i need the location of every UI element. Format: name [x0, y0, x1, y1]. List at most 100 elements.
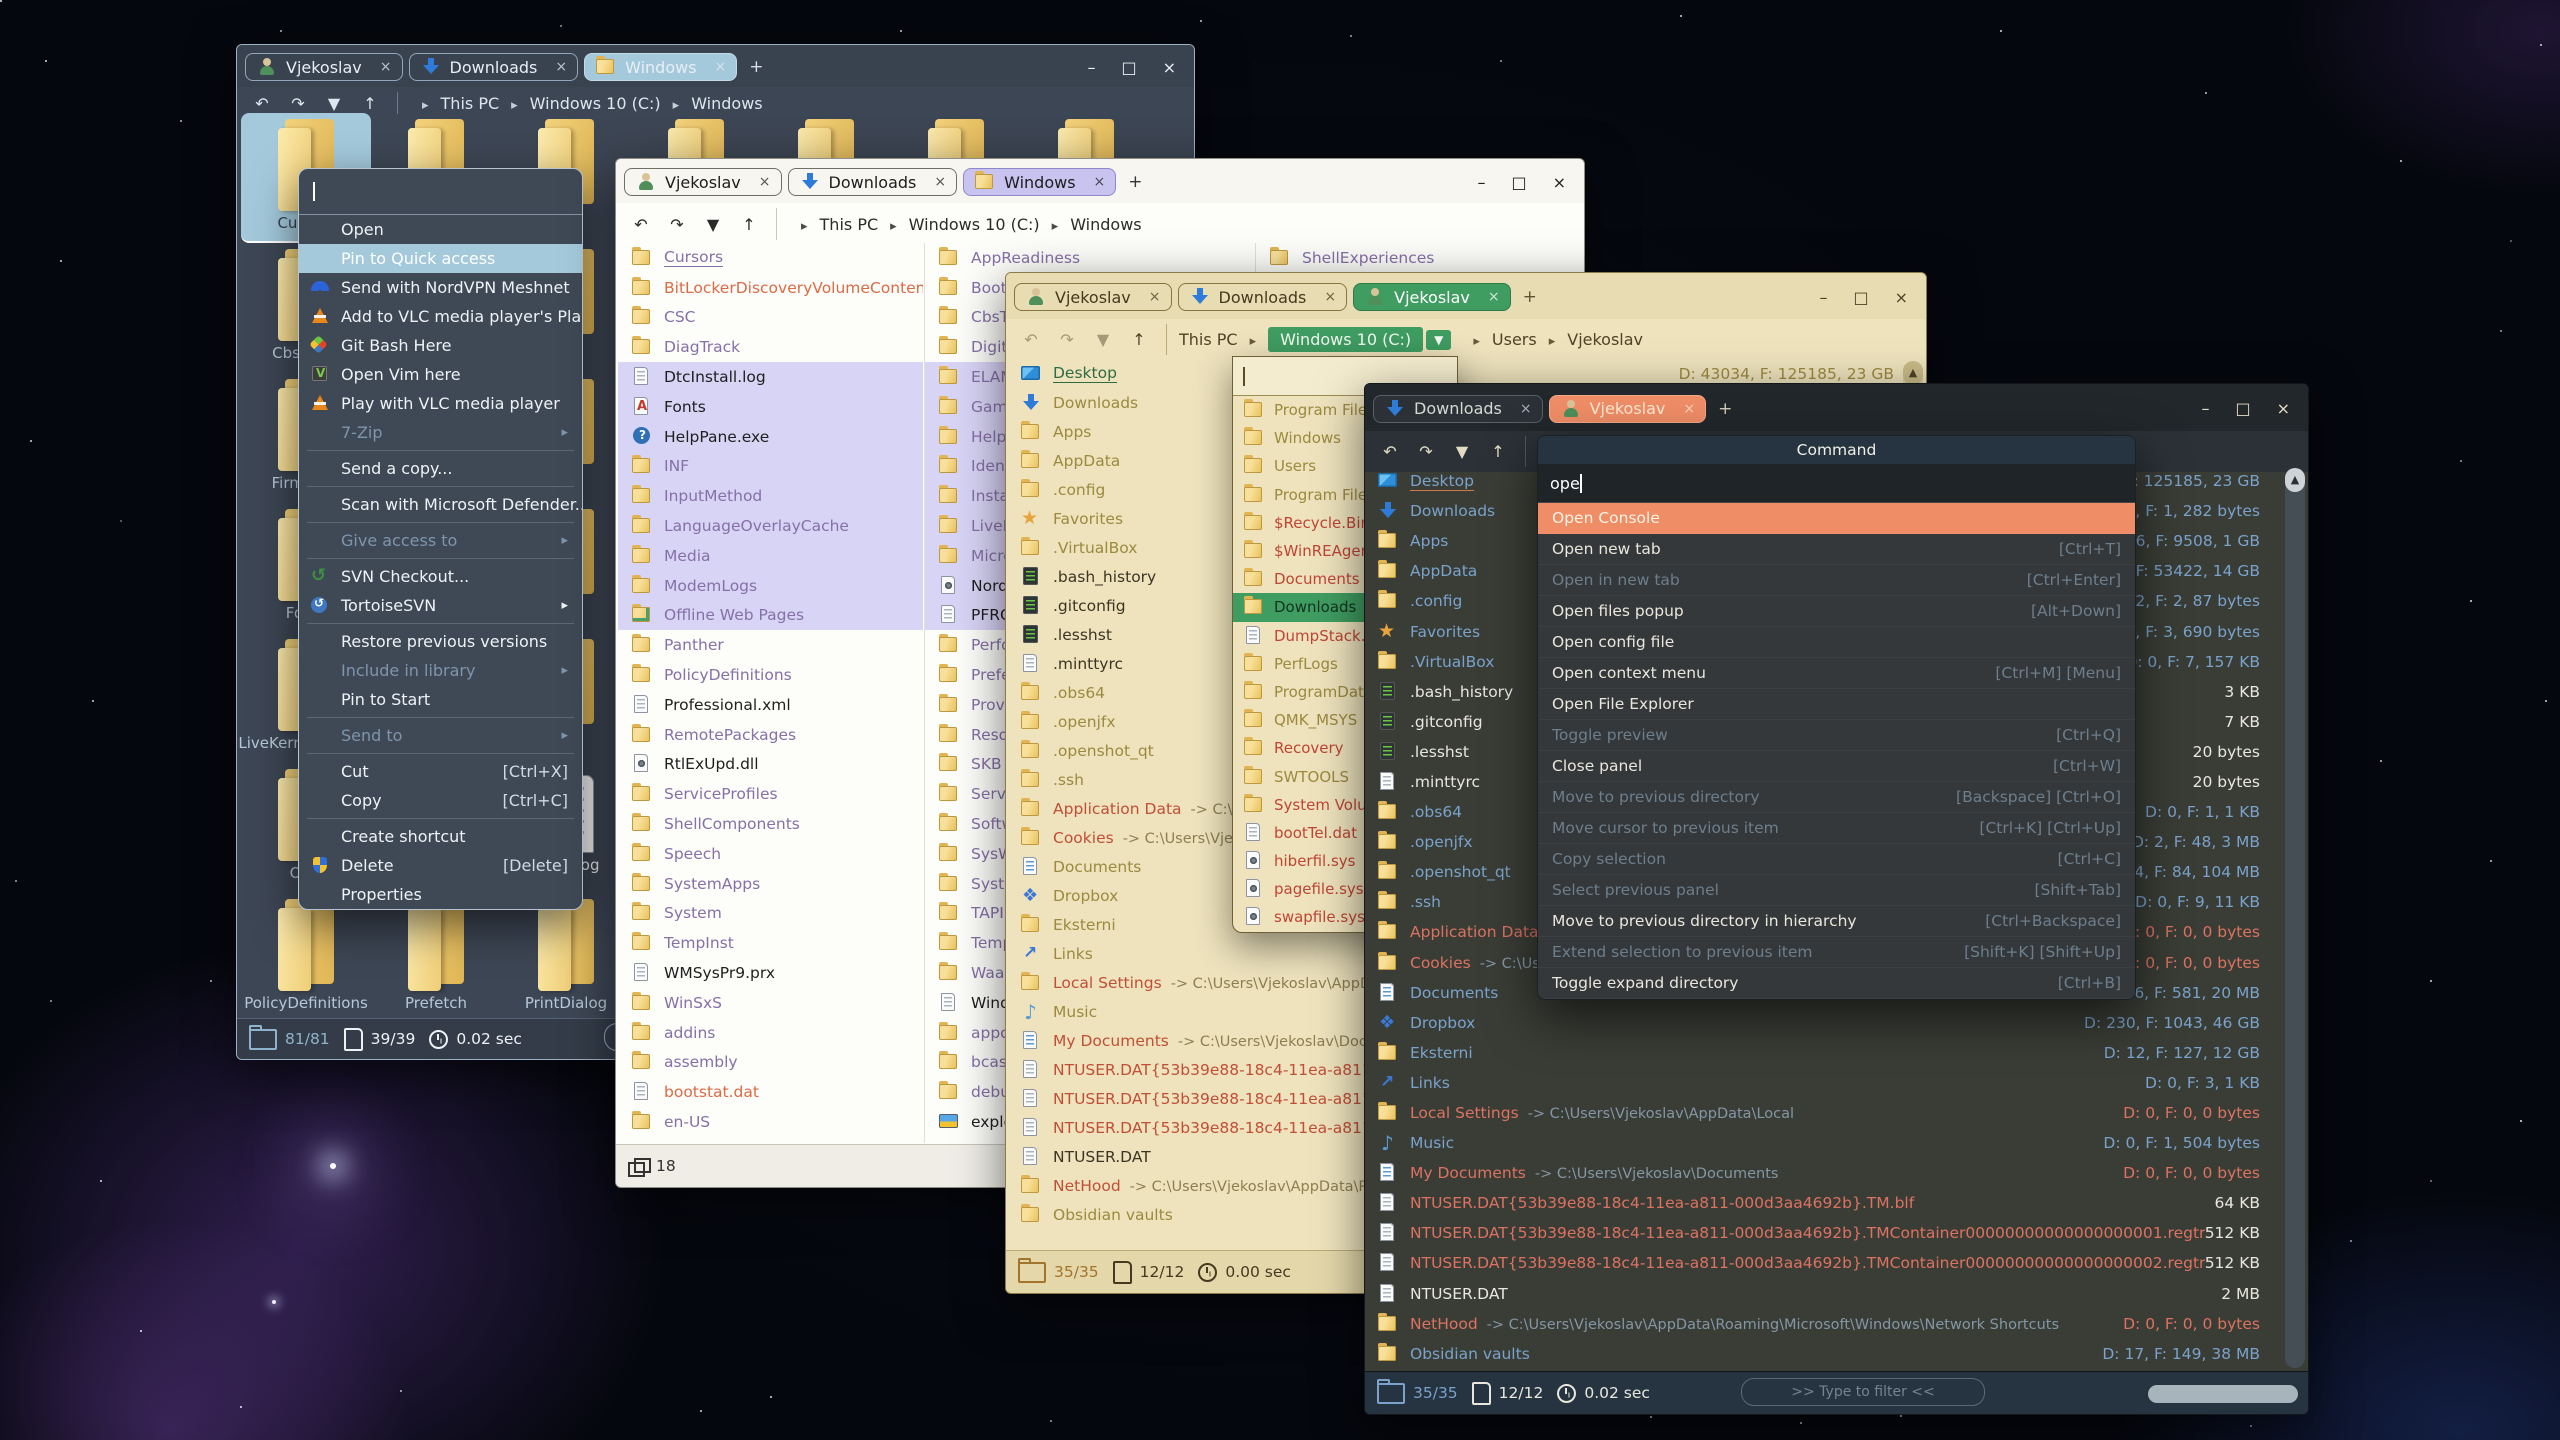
breadcrumb-item[interactable]: ▸Vjekoslav [1537, 330, 1643, 349]
command-item[interactable]: Open in new tab [Ctrl+Enter] [1538, 565, 2135, 596]
history-dropdown-button[interactable]: ▼ [1447, 442, 1477, 461]
command-item[interactable]: Toggle expand directory [Ctrl+B] [1538, 968, 2135, 999]
file-row[interactable]: Professional.xml [618, 690, 923, 720]
breadcrumb-item[interactable]: ▸Windows [661, 94, 763, 113]
context-menu-item[interactable]: Play with VLC media player [299, 389, 582, 418]
context-menu-item[interactable]: Delete [Delete] [299, 851, 582, 880]
breadcrumb-dropdown-button[interactable]: ▼ [1426, 330, 1451, 350]
file-row[interactable]: LanguageOverlayCache [618, 511, 923, 541]
breadcrumb-item[interactable]: ▸Windows [1040, 215, 1142, 234]
history-dropdown-button[interactable]: ▼ [698, 215, 728, 234]
context-menu-item[interactable]: Give access to ▸ [299, 526, 582, 555]
new-tab-button[interactable]: + [1128, 172, 1142, 192]
tab-close-icon[interactable]: × [1488, 289, 1500, 305]
file-row[interactable]: InputMethod [618, 481, 923, 511]
file-row[interactable]: bootstat.dat [618, 1077, 923, 1107]
command-item[interactable]: Open new tab [Ctrl+T] [1538, 534, 2135, 565]
file-row[interactable]: Dropbox D: 230, F: 1043, 46 GB [1367, 1008, 2306, 1038]
command-item[interactable]: Move to previous directory [Backspace] [… [1538, 782, 2135, 813]
tab[interactable]: Downloads × [788, 168, 958, 196]
scroll-up-button[interactable]: ▲ [1903, 361, 1923, 385]
tab-close-icon[interactable]: × [759, 174, 771, 190]
context-menu-item[interactable] [299, 555, 582, 562]
back-button[interactable]: ↶ [626, 215, 656, 234]
file-row[interactable]: Cursors [618, 243, 923, 273]
file-row[interactable]: WinSxS [618, 988, 923, 1018]
file-row[interactable]: Links D: 0, F: 3, 1 KB [1367, 1068, 2306, 1098]
context-menu-item[interactable]: Open Vim here [299, 360, 582, 389]
close-button[interactable]: × [1553, 173, 1566, 192]
file-row[interactable]: ModemLogs [618, 571, 923, 601]
context-menu-item[interactable]: SVN Checkout... [299, 562, 582, 591]
command-item[interactable]: Open context menu [Ctrl+M] [Menu] [1538, 658, 2135, 689]
forward-button[interactable]: ↷ [1052, 330, 1082, 349]
context-menu-item[interactable]: Git Bash Here [299, 331, 582, 360]
file-row[interactable]: Local Settings-> C:\Users\Vjekoslav\AppD… [1367, 1098, 2306, 1128]
minimize-button[interactable]: – [1087, 58, 1095, 77]
forward-button[interactable]: ↷ [283, 94, 313, 113]
file-row[interactable]: Speech [618, 839, 923, 869]
maximize-button[interactable]: □ [1121, 58, 1136, 77]
context-menu-item[interactable] [299, 815, 582, 822]
breadcrumb-item[interactable]: ▸This PC [789, 215, 878, 234]
file-row[interactable]: ServiceProfiles [618, 779, 923, 809]
command-item[interactable]: Open File Explorer [1538, 689, 2135, 720]
grid-item[interactable]: PolicyDefinitions [241, 893, 371, 1019]
tab-close-icon[interactable]: × [934, 174, 946, 190]
tab-close-icon[interactable]: × [380, 59, 392, 75]
file-row[interactable]: assembly [618, 1048, 923, 1078]
file-row[interactable]: Obsidian vaults D: 17, F: 149, 38 MB [1367, 1339, 2306, 1369]
scrollbar[interactable]: ▲ [2285, 468, 2305, 1368]
context-menu-item[interactable]: Scan with Microsoft Defender... [299, 490, 582, 519]
context-menu-item[interactable]: TortoiseSVN ▸ [299, 591, 582, 620]
context-menu-item[interactable]: Send to ▸ [299, 721, 582, 750]
history-dropdown-button[interactable]: ▼ [319, 94, 349, 113]
breadcrumb-item[interactable]: ▸Windows 10 (C:) [878, 215, 1040, 234]
breadcrumb-item[interactable]: ▸This PC [410, 94, 499, 113]
tab[interactable]: Downloads × [1373, 395, 1543, 423]
file-row[interactable]: RemotePackages [618, 720, 923, 750]
context-menu-item[interactable]: Create shortcut [299, 822, 582, 851]
context-menu-item[interactable] [299, 620, 582, 627]
context-menu-item[interactable]: Add to VLC media player's Playlist [299, 302, 582, 331]
file-row[interactable]: BitLockerDiscoveryVolumeContents [618, 273, 923, 303]
new-tab-button[interactable]: + [1523, 287, 1537, 307]
command-item[interactable]: Open Console [1538, 503, 2135, 534]
file-row[interactable]: AppReadiness [925, 243, 1255, 273]
forward-button[interactable]: ↷ [662, 215, 692, 234]
file-row[interactable]: TempInst [618, 928, 923, 958]
new-tab-button[interactable]: + [1718, 399, 1732, 419]
breadcrumb-item[interactable]: This PC [1179, 330, 1238, 349]
file-row[interactable]: My Documents-> C:\Users\Vjekoslav\Docume… [1367, 1158, 2306, 1188]
file-row[interactable]: NTUSER.DAT{53b39e88-18c4-11ea-a811-000d3… [1367, 1248, 2306, 1278]
file-row[interactable]: en-US [618, 1107, 923, 1137]
file-row[interactable]: NTUSER.DAT{53b39e88-18c4-11ea-a811-000d3… [1367, 1218, 2306, 1248]
file-row[interactable]: Offline Web Pages [618, 601, 923, 631]
context-menu-item[interactable]: Pin to Quick access [299, 244, 582, 273]
file-row[interactable]: NetHood-> C:\Users\Vjekoslav\AppData\Roa… [1367, 1309, 2306, 1339]
context-menu-item[interactable]: Copy [Ctrl+C] [299, 786, 582, 815]
context-menu-item[interactable]: Properties [299, 880, 582, 909]
file-row[interactable]: System [618, 899, 923, 929]
tab[interactable]: Vjekoslav × [245, 53, 403, 81]
up-button[interactable]: ↑ [1483, 442, 1513, 461]
tab[interactable]: Vjekoslav × [1014, 283, 1172, 311]
file-row[interactable]: ShellExperiences [1256, 243, 1582, 273]
context-menu-item[interactable] [299, 519, 582, 526]
context-menu-item[interactable]: Pin to Start [299, 685, 582, 714]
tab[interactable]: Downloads × [1178, 283, 1348, 311]
file-row[interactable]: PolicyDefinitions [618, 660, 923, 690]
command-palette-input[interactable]: ope [1538, 464, 2135, 503]
file-row[interactable]: Panther [618, 630, 923, 660]
minimize-button[interactable]: – [2201, 399, 2209, 418]
tab-close-icon[interactable]: × [1520, 401, 1532, 417]
tab[interactable]: Downloads × [409, 53, 579, 81]
breadcrumb-item-selected[interactable]: Windows 10 (C:) [1268, 327, 1423, 352]
maximize-button[interactable]: □ [1853, 288, 1868, 307]
command-item[interactable]: Extend selection to previous item [Shift… [1538, 937, 2135, 968]
file-row[interactable]: Music D: 0, F: 1, 504 bytes [1367, 1128, 2306, 1158]
tab[interactable]: Vjekoslav × [1353, 283, 1511, 311]
file-row[interactable]: DtcInstall.log [618, 362, 923, 392]
scroll-up-button[interactable]: ▲ [2285, 468, 2305, 492]
filter-input[interactable]: >> Type to filter << [1741, 1378, 1985, 1406]
